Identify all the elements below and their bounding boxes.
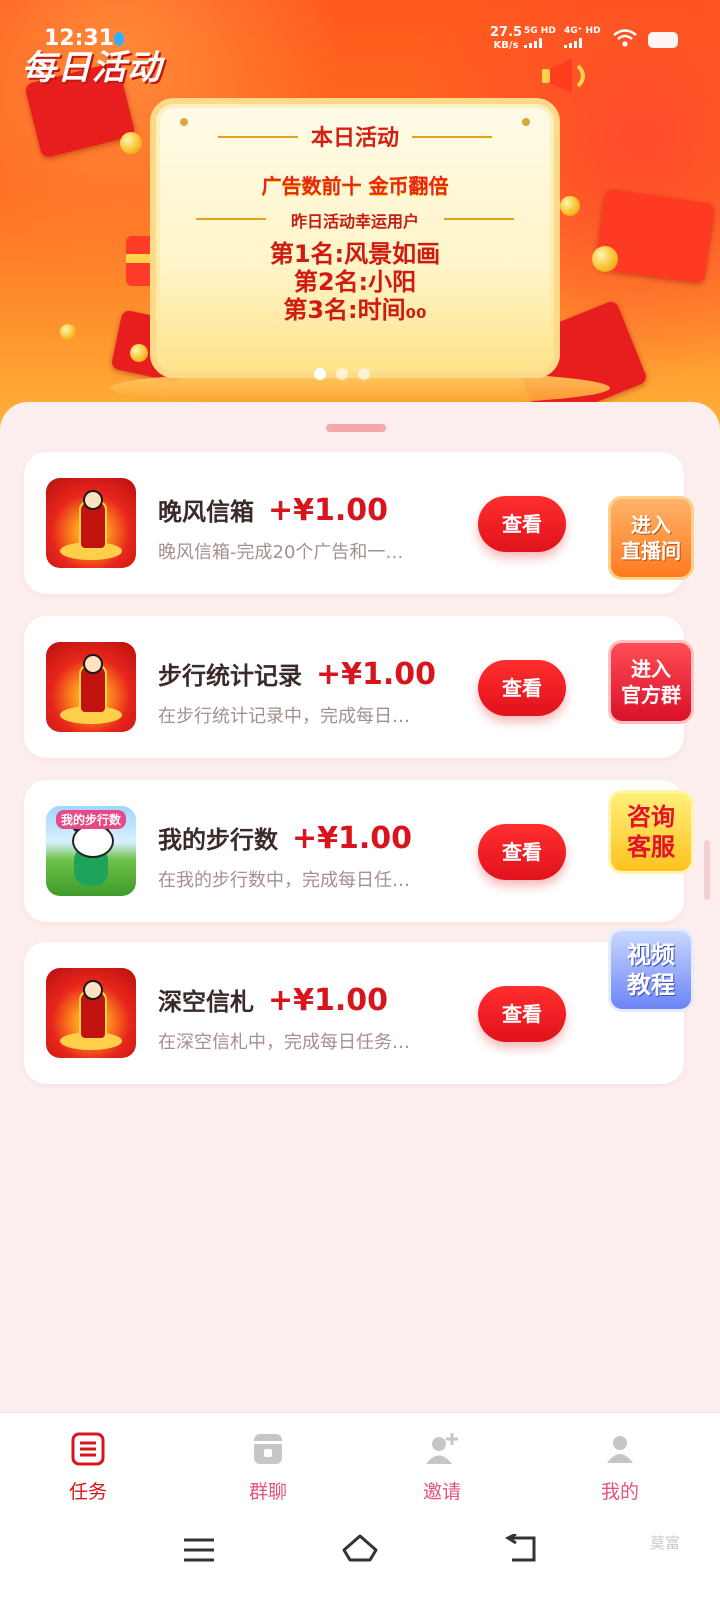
customer-service-label: 咨询 客服	[627, 803, 675, 861]
task-title: 我的步行数 +¥1.00	[158, 820, 412, 856]
task-list-icon	[71, 1432, 105, 1466]
page-title: 每日活动	[22, 48, 162, 88]
banner-pagination	[314, 368, 370, 380]
view-button[interactable]: 查看	[478, 660, 566, 716]
task-thumbnail	[46, 478, 136, 568]
signal-4g: 4G⁺ HD	[564, 26, 601, 48]
gold-coin-decoration	[130, 344, 148, 362]
gold-coin-decoration	[560, 196, 580, 216]
customer-service-button[interactable]: 咨询 客服	[608, 790, 694, 874]
group-chat-icon	[254, 1434, 282, 1464]
join-group-label: 进入 官方群	[621, 657, 681, 707]
task-reward: +¥1.00	[316, 657, 437, 692]
task-description: 晚风信箱-完成20个广告和一…	[158, 542, 404, 563]
wifi-icon	[613, 29, 637, 47]
megaphone-icon	[542, 58, 585, 94]
activity-banner[interactable]: 12:31 27.5 KB/s 5G HD 4G⁺ HD 每日活动 本日活动 广…	[0, 0, 720, 430]
pagination-dot[interactable]	[358, 368, 370, 380]
network-speed-unit: KB/s	[493, 40, 519, 51]
thumbnail-tag: 我的步行数	[56, 810, 127, 829]
sheet-handle[interactable]	[326, 424, 386, 432]
enter-live-button[interactable]: 进入 直播间	[608, 496, 694, 580]
tab-task[interactable]: 任务	[28, 1431, 148, 1504]
view-button[interactable]: 查看	[478, 824, 566, 880]
network-speed-value: 27.5	[490, 25, 523, 40]
video-tutorial-label: 视频 教程	[627, 941, 675, 999]
signal-bars-icon	[524, 38, 556, 48]
task-card[interactable]: 步行统计记录 +¥1.00 在步行统计记录中，完成每日… 查看	[24, 616, 684, 758]
scrollbar[interactable]	[704, 840, 710, 900]
task-description: 在步行统计记录中，完成每日…	[158, 706, 410, 727]
pagination-dot[interactable]	[336, 368, 348, 380]
task-card[interactable]: 晚风信箱 +¥1.00 晚风信箱-完成20个广告和一… 查看	[24, 452, 684, 594]
winners-heading: 昨日活动幸运用户	[290, 212, 419, 231]
tab-label: 邀请	[422, 1481, 461, 1503]
winner-3: 第3名:时间₀₀	[283, 296, 427, 324]
task-thumbnail: 我的步行数	[46, 806, 136, 896]
task-name: 步行统计记录	[158, 662, 302, 690]
watermark: 莫富	[650, 1534, 681, 1552]
battery-icon	[648, 32, 678, 48]
task-card[interactable]: 我的步行数 我的步行数 +¥1.00 在我的步行数中，完成每日任… 查看	[24, 780, 684, 922]
join-group-button[interactable]: 进入 官方群	[608, 640, 694, 724]
gold-coin-decoration	[592, 246, 618, 272]
task-card[interactable]: 深空信札 +¥1.00 在深空信札中，完成每日任务… 查看	[24, 942, 684, 1084]
network-speed: 27.5 KB/s	[490, 26, 522, 52]
task-description: 在深空信札中，完成每日任务…	[158, 1032, 410, 1053]
back-icon[interactable]	[504, 1534, 538, 1564]
task-name: 深空信札	[158, 988, 254, 1016]
tab-label: 我的	[600, 1481, 639, 1503]
tab-group-chat[interactable]: 群聊	[208, 1431, 328, 1504]
task-description: 在我的步行数中，完成每日任…	[158, 870, 410, 891]
signal-4g-label: 4G⁺ HD	[564, 26, 601, 36]
gold-coin-decoration	[60, 324, 76, 340]
activity-subtitle: 广告数前十 金币翻倍	[261, 174, 449, 198]
task-name: 我的步行数	[158, 826, 278, 854]
view-button[interactable]: 查看	[478, 496, 566, 552]
tab-label: 群聊	[248, 1481, 287, 1503]
signal-5g: 5G HD	[524, 26, 556, 48]
tab-label: 任务	[68, 1481, 107, 1503]
pagination-dot[interactable]	[314, 368, 326, 380]
gold-coin-decoration	[120, 132, 142, 154]
bottom-tab-bar: 任务 群聊 邀请 我的	[0, 1412, 720, 1523]
task-reward: +¥1.00	[268, 493, 389, 528]
enter-live-label: 进入 直播间	[621, 513, 681, 563]
activity-board: 本日活动 广告数前十 金币翻倍 昨日活动幸运用户 第1名:风景如画 第2名:小阳…	[150, 98, 560, 378]
menu-icon[interactable]	[182, 1536, 216, 1564]
task-title: 步行统计记录 +¥1.00	[158, 656, 436, 692]
invite-user-icon	[426, 1433, 458, 1464]
profile-icon	[607, 1436, 633, 1463]
signal-5g-label: 5G HD	[524, 26, 556, 36]
video-tutorial-button[interactable]: 视频 教程	[608, 928, 694, 1012]
task-title: 深空信札 +¥1.00	[158, 982, 388, 1018]
tab-profile[interactable]: 我的	[560, 1431, 680, 1504]
tab-invite[interactable]: 邀请	[382, 1431, 502, 1504]
task-name: 晚风信箱	[158, 498, 254, 526]
activity-heading: 本日活动	[310, 126, 399, 151]
view-button[interactable]: 查看	[478, 986, 566, 1042]
task-title: 晚风信箱 +¥1.00	[158, 492, 388, 528]
task-reward: +¥1.00	[292, 821, 413, 856]
signal-bars-icon	[564, 38, 601, 48]
task-thumbnail	[46, 642, 136, 732]
task-thumbnail	[46, 968, 136, 1058]
home-icon[interactable]	[340, 1532, 380, 1566]
system-nav-bar: 莫富	[0, 1522, 720, 1600]
task-reward: +¥1.00	[268, 983, 389, 1018]
